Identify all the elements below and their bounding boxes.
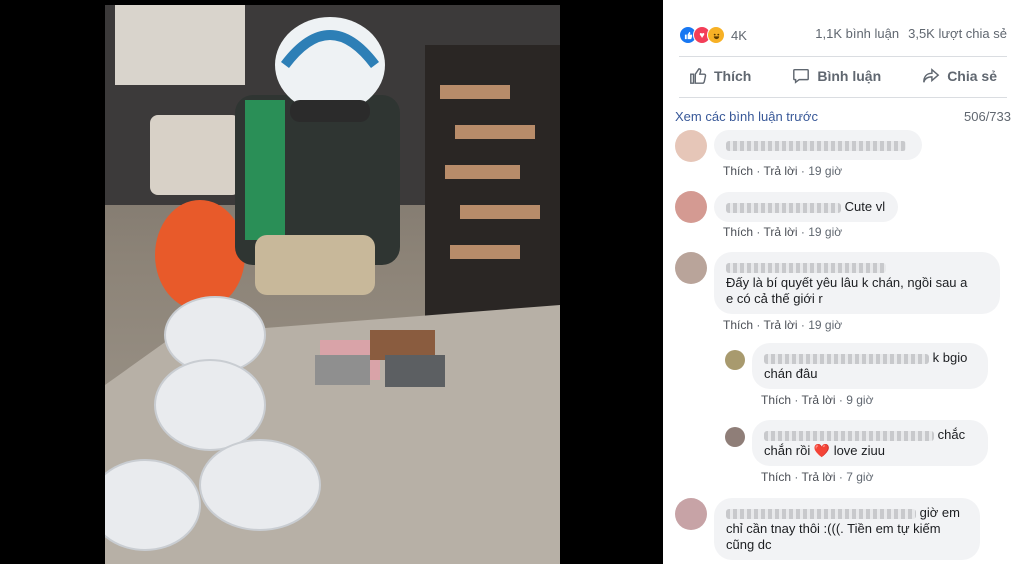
like-label: Thích (714, 68, 752, 84)
comment-meta: Thích · Trả lời · 19 giờ (723, 164, 843, 178)
avatar[interactable] (725, 427, 745, 447)
comment-text: chán đâu (764, 366, 818, 381)
haha-reaction-icon (707, 26, 725, 44)
reaction-count: 4K (731, 27, 747, 43)
share-icon (923, 68, 940, 83)
comment-reply-link[interactable]: Trả lời (763, 225, 797, 239)
heart-icon: ❤️ (813, 443, 831, 458)
comment-count-link[interactable]: 1,1K bình luận (815, 26, 899, 41)
redacted-commenter-name (726, 140, 906, 151)
comment-reply-link[interactable]: Trả lời (801, 393, 835, 407)
view-previous-comments-link[interactable]: Xem các bình luận trước (675, 109, 818, 124)
avatar[interactable] (675, 498, 707, 530)
comment-button[interactable]: Bình luận (782, 60, 891, 92)
comments-header: Xem các bình luận trước 506/733 (675, 109, 1011, 124)
comment-time[interactable]: 9 giờ (846, 393, 873, 407)
comment-text: cũng dc (726, 537, 772, 552)
comment-panel: ♥ 4K 1,1K bình luận 3,5K lượt chia sẻ Th… (663, 0, 1023, 564)
avatar[interactable] (725, 350, 745, 370)
comment-text: love ziuu (833, 443, 885, 458)
comment-bubble: giờ em chỉ cần tnay thôi :(((. Tiền em t… (714, 498, 980, 560)
divider (679, 56, 1007, 57)
comment-reply-link[interactable]: Trả lời (763, 164, 797, 178)
redacted-commenter-name (726, 202, 841, 213)
share-label: Chia sẻ (947, 68, 997, 84)
comment-text: chắc (937, 427, 966, 442)
comments-counter: 506/733 (964, 109, 1011, 124)
redacted-commenter-name (726, 262, 886, 273)
divider (679, 97, 1007, 98)
comment-time[interactable]: 19 giờ (808, 225, 842, 239)
share-button[interactable]: Chia sẻ (912, 60, 1007, 92)
post-stats: 1,1K bình luận 3,5K lượt chia sẻ (815, 26, 1007, 41)
share-count-link[interactable]: 3,5K lượt chia sẻ (908, 26, 1007, 41)
comment-text: Cute vl (844, 199, 886, 214)
avatar[interactable] (675, 191, 707, 223)
thumbs-up-icon (690, 68, 707, 84)
comment-meta: Thích · Trả lời · 19 giờ (723, 318, 843, 332)
comment-text: chắn rồi (764, 443, 811, 458)
reaction-summary[interactable]: ♥ 4K (679, 26, 747, 44)
comment-text: e có cả thế giới r (726, 291, 823, 306)
redacted-commenter-name (764, 430, 934, 441)
comment-label: Bình luận (817, 68, 882, 84)
comment-like-link[interactable]: Thích (761, 393, 791, 407)
comment-text: chỉ cần tnay thôi :(((. Tiền em tự kiếm (726, 521, 941, 536)
comment-meta: Thích · Trả lời · 19 giờ (723, 225, 843, 239)
like-button[interactable]: Thích (679, 60, 761, 92)
avatar[interactable] (675, 252, 707, 284)
comment-like-link[interactable]: Thích (723, 225, 753, 239)
comment-like-link[interactable]: Thích (723, 318, 753, 332)
comment-text: giờ em (919, 505, 960, 520)
comment-bubble: Cute vl (714, 192, 898, 222)
photo-viewer (0, 0, 663, 564)
comment-like-link[interactable]: Thích (761, 470, 791, 484)
comment-time[interactable]: 19 giờ (808, 164, 842, 178)
avatar[interactable] (675, 130, 707, 162)
reply-meta: Thích · Trả lời · 9 giờ (761, 393, 874, 407)
comment-reply-link[interactable]: Trả lời (763, 318, 797, 332)
comment-time[interactable]: 7 giờ (846, 470, 873, 484)
post-action-bar: Thích Bình luận Chia sẻ (679, 60, 1007, 92)
comment-text: k bgio (932, 350, 968, 365)
post-photo[interactable] (105, 5, 560, 564)
comment-time[interactable]: 19 giờ (808, 318, 842, 332)
comment-icon (793, 68, 810, 84)
comment-like-link[interactable]: Thích (723, 164, 753, 178)
reply-bubble: chắc chắn rồi ❤️ love ziuu (752, 420, 988, 466)
reply-meta: Thích · Trả lời · 7 giờ (761, 470, 874, 484)
comment-reply-link[interactable]: Trả lời (801, 470, 835, 484)
redacted-commenter-name (764, 353, 929, 364)
reply-bubble: k bgio chán đâu (752, 343, 988, 389)
comment-text: Đấy là bí quyết yêu lâu k chán, ngồi sau… (726, 275, 968, 290)
redacted-commenter-name (726, 508, 916, 519)
comment-bubble: Đấy là bí quyết yêu lâu k chán, ngồi sau… (714, 252, 1000, 314)
comment-bubble (714, 130, 922, 160)
